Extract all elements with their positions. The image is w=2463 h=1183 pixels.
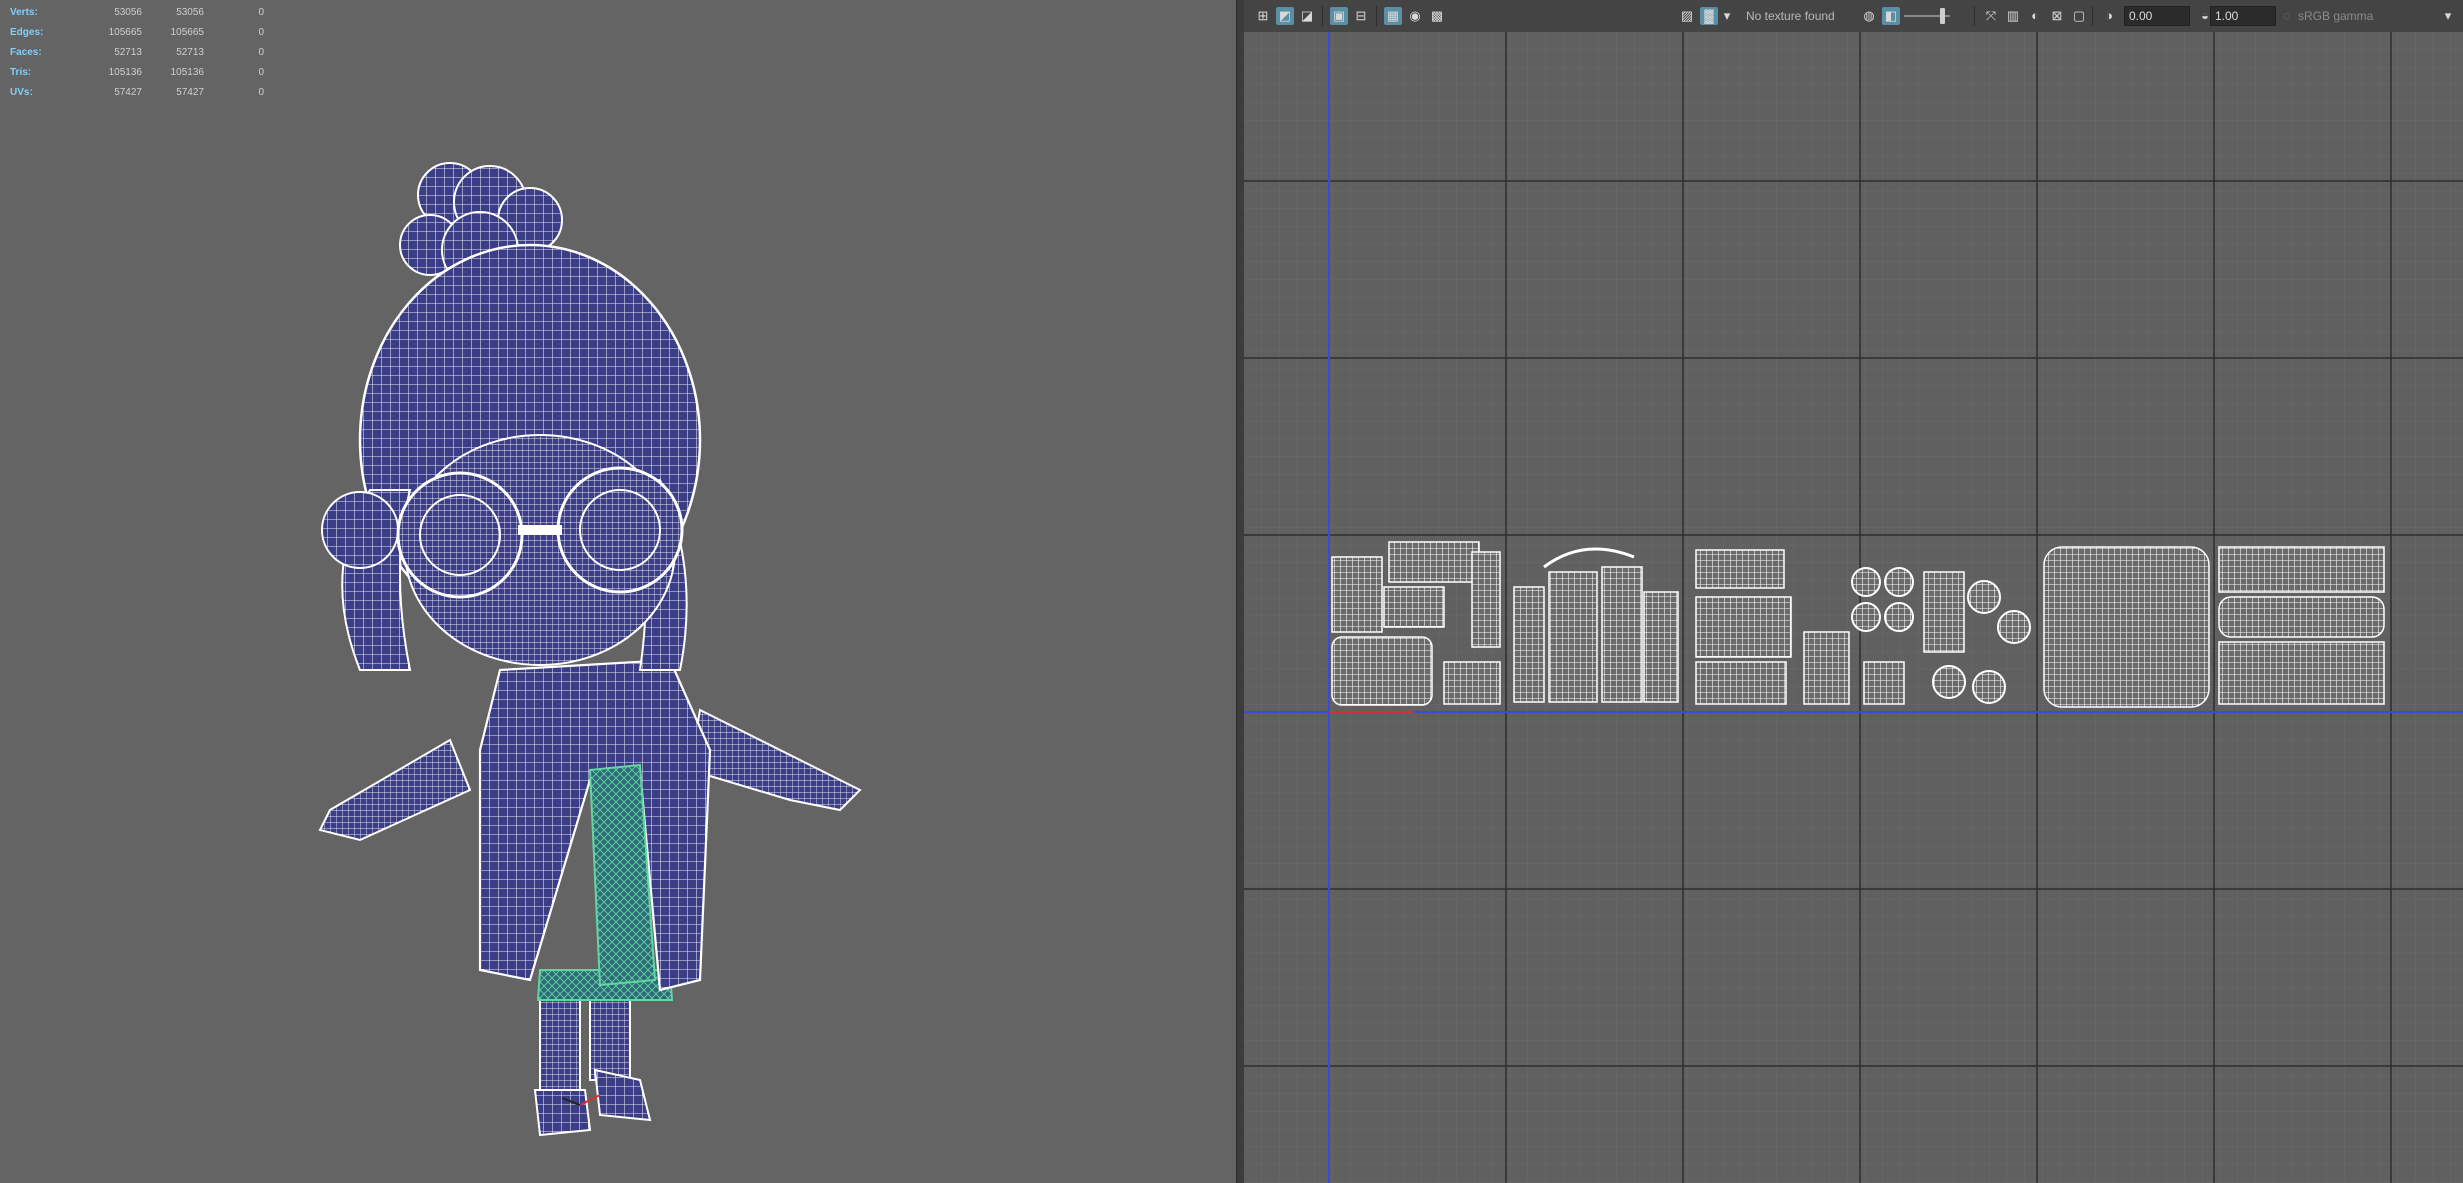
hud-selected: 57427 — [176, 86, 204, 98]
hud-label: Faces: — [10, 46, 42, 58]
character-mesh[interactable] — [300, 150, 880, 1150]
exposure-icon[interactable]: ◑ — [2100, 7, 2118, 25]
toolbar-separator — [1974, 6, 1975, 26]
hud-total: 105665 — [108, 26, 142, 38]
hud-selected: 105136 — [170, 66, 204, 78]
texture-image-icon[interactable]: ▨ — [1678, 7, 1696, 25]
hud-total: 105136 — [108, 66, 142, 78]
dim-image-icon[interactable]: ◧ — [1882, 7, 1900, 25]
uv-tools-icon[interactable]: ⊞ — [1254, 7, 1272, 25]
hud-row-uvs: UVs: 57427 57427 0 — [10, 82, 264, 102]
uv-editor-panel[interactable]: ⊞ ◩ ◪ ▣ ⊟ ▦ ◉ ▩ ▨ ▓ ▾ No texture found ◍… — [1244, 0, 2463, 1183]
hud-extra: 0 — [258, 46, 264, 58]
uv-toolbar: ⊞ ◩ ◪ ▣ ⊟ ▦ ◉ ▩ ▨ ▓ ▾ No texture found ◍… — [1244, 0, 2463, 33]
hud-total: 57427 — [114, 86, 142, 98]
hud-extra: 0 — [258, 6, 264, 18]
dim-slider-handle[interactable] — [1940, 8, 1945, 24]
texture-status: No texture found — [1746, 9, 1835, 23]
hud-row-edges: Edges: 105665 105665 0 — [10, 22, 264, 42]
hud-extra: 0 — [258, 66, 264, 78]
exposure-field[interactable]: 0.00 — [2124, 6, 2190, 26]
right-shoe — [593, 1068, 652, 1122]
pixel-snap-icon[interactable]: ⊠ — [2048, 7, 2066, 25]
hud-row-tris: Tris: 105136 105136 0 — [10, 62, 264, 82]
toolbar-separator — [1322, 6, 1323, 26]
snap-grid-icon[interactable]: ⊟ — [1352, 7, 1370, 25]
ear — [321, 491, 399, 569]
left-shoe — [533, 1089, 592, 1137]
hud-label: Tris: — [10, 66, 32, 78]
psd-icon[interactable]: ▢ — [2070, 7, 2088, 25]
colorspace-label[interactable]: sRGB gamma — [2298, 9, 2373, 23]
filter-icon[interactable]: ⤧ — [1982, 7, 2000, 25]
hud-total: 53056 — [114, 6, 142, 18]
hud-extra: 0 — [258, 86, 264, 98]
hud-label: Edges: — [10, 26, 44, 38]
hud-row-verts: Verts: 53056 53056 0 — [10, 2, 264, 22]
right-leg — [589, 989, 631, 1081]
isolate-select-icon[interactable]: ◩ — [1276, 7, 1294, 25]
distortion-icon[interactable]: ◉ — [1406, 7, 1424, 25]
uv-grid-canvas[interactable] — [1244, 32, 2463, 1183]
hud-selected: 53056 — [176, 6, 204, 18]
chevron-down-icon[interactable]: ▾ — [1722, 7, 1732, 25]
toolbar-separator — [1376, 6, 1377, 26]
grid-toggle-icon[interactable]: ▣ — [1330, 7, 1348, 25]
chevron-down-icon[interactable]: ▾ — [2442, 7, 2454, 25]
hud-label: UVs: — [10, 86, 33, 98]
hud-selected: 52713 — [176, 46, 204, 58]
checker-pattern-icon[interactable]: ▓ — [1700, 7, 1718, 25]
checker-map-icon[interactable]: ▦ — [1384, 7, 1402, 25]
view-transform-icon[interactable]: ◌ — [2278, 7, 2296, 25]
hud-row-faces: Faces: 52713 52713 0 — [10, 42, 264, 62]
perspective-viewport[interactable]: Verts: 53056 53056 0 Edges: 105665 10566… — [0, 0, 1236, 1183]
poly-count-hud: Verts: 53056 53056 0 Edges: 105665 10566… — [10, 2, 264, 102]
right-arm — [688, 708, 862, 812]
gamma-field[interactable]: 1.00 — [2210, 6, 2276, 26]
hud-label: Verts: — [10, 6, 38, 18]
image-display-icon[interactable]: ▩ — [1428, 7, 1446, 25]
hud-selected: 105665 — [170, 26, 204, 38]
left-leg — [539, 989, 581, 1101]
view-image-icon[interactable]: ▥ — [2004, 7, 2022, 25]
toolbar-separator — [2092, 6, 2093, 26]
uv-shell-icon[interactable]: ◪ — [1298, 7, 1316, 25]
hud-total: 52713 — [114, 46, 142, 58]
left-arm — [318, 738, 472, 842]
channel-icon[interactable]: ◐ — [2026, 7, 2044, 25]
uv-shaded-icon[interactable]: ◍ — [1860, 7, 1878, 25]
hud-extra: 0 — [258, 26, 264, 38]
